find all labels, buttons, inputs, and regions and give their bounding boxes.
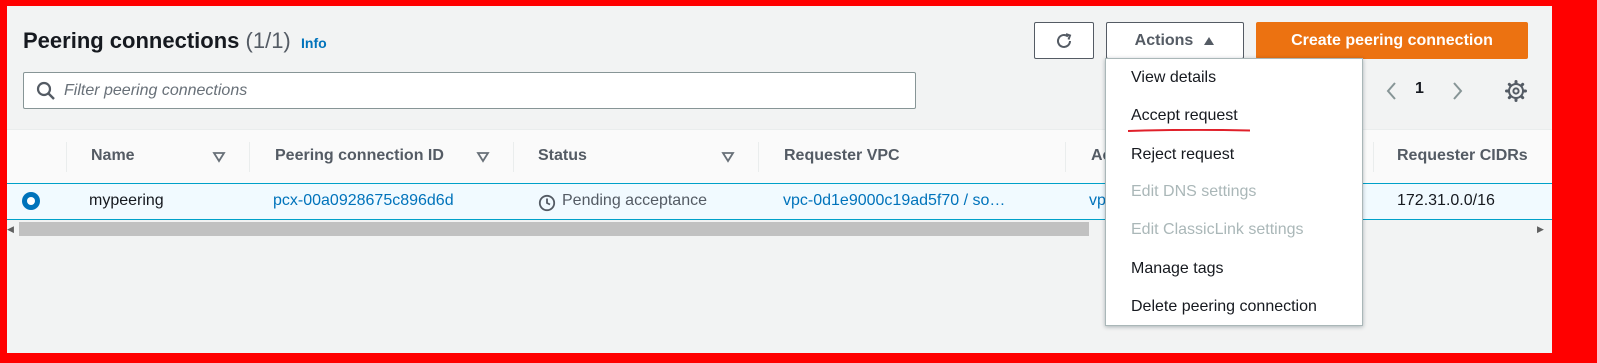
gear-icon[interactable] [1504,79,1528,103]
actions-button-label: Actions [1134,31,1194,49]
refresh-icon [1057,32,1072,48]
page-number[interactable]: 1 [1415,80,1424,98]
clock-icon [538,194,556,212]
sort-down-icon[interactable] [721,150,735,164]
column-divider [66,142,67,172]
column-header-peering-id[interactable]: Peering connection ID [275,147,444,165]
create-peering-connection-button[interactable]: Create peering connection [1256,22,1528,59]
column-divider [758,142,759,172]
sort-down-icon[interactable] [476,150,490,164]
actions-button[interactable]: Actions [1106,22,1244,59]
column-divider [249,142,250,172]
sort-down-icon[interactable] [212,150,226,164]
scrollbar-thumb[interactable] [19,222,1089,236]
info-link[interactable]: Info [301,35,327,51]
menu-item-view-details[interactable]: View details [1131,69,1216,87]
search-input[interactable] [64,73,904,108]
column-divider [513,142,514,172]
column-header-name[interactable]: Name [91,147,135,165]
cell-status: Pending acceptance [562,192,707,209]
row-radio-selected[interactable] [22,192,40,210]
search-icon [36,81,55,100]
column-header-requester-cidrs[interactable]: Requester CIDRs [1397,147,1528,165]
menu-item-manage-tags[interactable]: Manage tags [1131,260,1224,278]
actions-dropdown-menu: View details Accept request Reject reque… [1105,58,1363,326]
page-title-count: (1/1) [245,28,291,53]
cell-requester-cidrs: 172.31.0.0/16 [1397,192,1495,209]
chevron-left-icon[interactable] [1382,80,1402,102]
peering-connections-panel: Peering connections (1/1) Info Actions C… [7,6,1552,353]
menu-item-edit-dns-settings: Edit DNS settings [1131,183,1257,200]
menu-item-reject-request[interactable]: Reject request [1131,146,1234,164]
menu-item-delete-peering-connection[interactable]: Delete peering connection [1131,298,1317,316]
caret-up-icon [1204,36,1215,45]
column-header-status[interactable]: Status [538,147,587,165]
scroll-left-arrow-icon[interactable]: ◀ [7,224,14,235]
page-title: Peering connections (1/1) [23,28,291,54]
scroll-right-arrow-icon[interactable]: ▶ [1537,224,1544,235]
column-divider [1065,142,1066,172]
menu-item-accept-request[interactable]: Accept request [1131,107,1238,125]
search-field [23,72,916,109]
column-divider [1373,142,1374,172]
refresh-button[interactable] [1034,22,1094,59]
cell-accepter-vpc-link[interactable]: vp [1089,192,1106,210]
chevron-right-icon[interactable] [1447,80,1467,102]
cell-peering-id-link[interactable]: pcx-00a0928675c896d6d [273,192,454,210]
cell-requester-vpc-link[interactable]: vpc-0d1e9000c19ad5f70 / so… [783,192,1005,210]
menu-item-edit-classiclink-settings: Edit ClassicLink settings [1131,221,1304,238]
cell-name: mypeering [89,192,164,209]
column-header-requester-vpc[interactable]: Requester VPC [784,147,900,165]
page-title-text: Peering connections [23,28,240,53]
annotation-underline [1128,129,1250,132]
